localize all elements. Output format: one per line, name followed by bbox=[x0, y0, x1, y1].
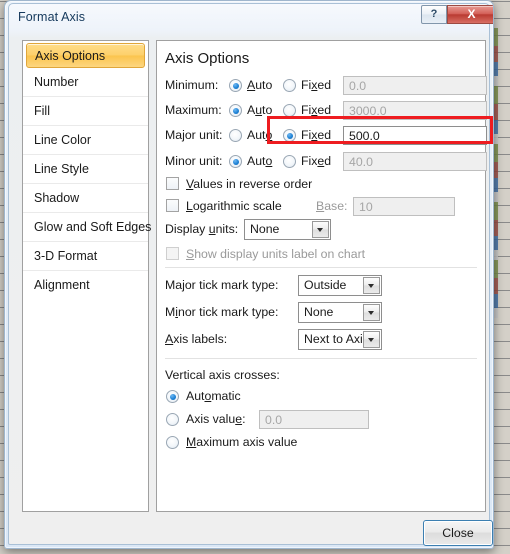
crosses-maximum-label[interactable]: Maximum axis value bbox=[186, 435, 297, 449]
format-axis-dialog: Format Axis ? X Axis Options Number Fill… bbox=[4, 0, 494, 549]
reverse-order-label[interactable]: Values in reverse order bbox=[186, 177, 312, 191]
minor-tick-label: Minor tick mark type: bbox=[165, 305, 279, 319]
axis-labels-dropdown[interactable]: Next to Axis bbox=[298, 329, 382, 350]
help-icon[interactable]: ? bbox=[421, 5, 447, 24]
dialog-body: Format Axis ? X Axis Options Number Fill… bbox=[8, 3, 493, 546]
base-input[interactable]: 10 bbox=[353, 197, 455, 216]
axis-labels-label: Axis labels: bbox=[165, 332, 228, 346]
crosses-axis-value-row: Axis value: 0.0 bbox=[165, 409, 477, 431]
crosses-axis-value-input[interactable]: 0.0 bbox=[259, 410, 369, 429]
minor-unit-auto-radio[interactable] bbox=[229, 155, 242, 168]
pane-heading: Axis Options bbox=[165, 50, 250, 67]
minor-tick-value: None bbox=[304, 305, 334, 319]
minimum-auto-label[interactable]: Auto bbox=[247, 78, 272, 92]
chevron-down-icon[interactable] bbox=[363, 277, 380, 294]
reverse-order-row: Values in reverse order bbox=[165, 174, 477, 196]
major-unit-fixed-radio[interactable] bbox=[283, 129, 296, 142]
major-unit-value-input[interactable]: 500.0 bbox=[343, 126, 487, 145]
show-units-label-text: Show display units label on chart bbox=[186, 247, 366, 261]
crosses-heading: Vertical axis crosses: bbox=[165, 368, 280, 382]
major-unit-auto-label[interactable]: Auto bbox=[247, 128, 272, 142]
maximum-label: Maximum: bbox=[165, 103, 222, 117]
close-button[interactable]: Close bbox=[423, 520, 493, 546]
major-unit-fixed-label[interactable]: Fixed bbox=[301, 128, 331, 142]
major-tick-dropdown[interactable]: Outside bbox=[298, 275, 382, 296]
dialog-title: Format Axis bbox=[18, 10, 86, 24]
maximum-value-input[interactable]: 3000.0 bbox=[343, 101, 487, 120]
minor-unit-label: Minor unit: bbox=[165, 154, 223, 168]
major-unit-row: Major unit: Auto Fixed 500.0 bbox=[165, 125, 487, 147]
base-label: Base: bbox=[316, 199, 348, 213]
minor-unit-auto-label[interactable]: Auto bbox=[247, 154, 272, 168]
minimum-row: Minimum: Auto Fixed 0.0 bbox=[165, 75, 487, 97]
chevron-down-icon[interactable] bbox=[363, 331, 380, 348]
log-scale-label[interactable]: Logarithmic scale bbox=[186, 199, 282, 213]
minor-tick-row: Minor tick mark type: None bbox=[165, 302, 477, 325]
maximum-row: Maximum: Auto Fixed 3000.0 bbox=[165, 100, 487, 122]
major-unit-auto-radio[interactable] bbox=[229, 129, 242, 142]
category-list: Axis Options Number Fill Line Color Line… bbox=[22, 40, 151, 512]
dialog-titlebar: Format Axis ? X bbox=[9, 4, 493, 34]
close-window-icon[interactable]: X bbox=[447, 5, 493, 24]
minor-unit-fixed-label[interactable]: Fixed bbox=[301, 154, 331, 168]
maximum-fixed-radio[interactable] bbox=[283, 104, 296, 117]
major-tick-row: Major tick mark type: Outside bbox=[165, 275, 477, 298]
crosses-axis-value-radio[interactable] bbox=[166, 413, 179, 426]
log-scale-row: Logarithmic scale Base: 10 bbox=[165, 196, 477, 218]
crosses-maximum-row: Maximum axis value bbox=[165, 432, 477, 454]
divider-top bbox=[165, 267, 477, 268]
major-unit-label: Major unit: bbox=[165, 128, 223, 142]
axis-labels-value: Next to Axis bbox=[304, 332, 369, 346]
major-tick-value: Outside bbox=[304, 278, 347, 292]
minimum-auto-radio[interactable] bbox=[229, 79, 242, 92]
maximum-auto-radio[interactable] bbox=[229, 104, 242, 117]
crosses-automatic-row: Automatic bbox=[165, 386, 477, 408]
sidebar-item-3d-format[interactable]: 3-D Format bbox=[23, 242, 148, 271]
minimum-fixed-radio[interactable] bbox=[283, 79, 296, 92]
display-units-row: Display units: None bbox=[165, 219, 477, 242]
maximum-auto-label[interactable]: Auto bbox=[247, 103, 272, 117]
crosses-automatic-label[interactable]: Automatic bbox=[186, 389, 241, 403]
minor-tick-dropdown[interactable]: None bbox=[298, 302, 382, 323]
show-units-label-row: Show display units label on chart bbox=[165, 244, 477, 266]
crosses-axis-value-label[interactable]: Axis value: bbox=[186, 412, 245, 426]
crosses-maximum-radio[interactable] bbox=[166, 436, 179, 449]
divider-bottom bbox=[165, 358, 477, 359]
chevron-down-icon[interactable] bbox=[363, 304, 380, 321]
display-units-dropdown[interactable]: None bbox=[244, 219, 331, 240]
show-units-label-checkbox[interactable] bbox=[166, 247, 179, 260]
sidebar-item-alignment[interactable]: Alignment bbox=[23, 271, 148, 300]
sidebar-item-line-color[interactable]: Line Color bbox=[23, 126, 148, 155]
sidebar-item-glow-and-soft-edges[interactable]: Glow and Soft Edges bbox=[23, 213, 151, 242]
crosses-automatic-radio[interactable] bbox=[166, 390, 179, 403]
log-scale-checkbox[interactable] bbox=[166, 199, 179, 212]
minor-unit-row: Minor unit: Auto Fixed 40.0 bbox=[165, 151, 487, 173]
minor-unit-value-input[interactable]: 40.0 bbox=[343, 152, 487, 171]
reverse-order-checkbox[interactable] bbox=[166, 177, 179, 190]
axis-labels-row: Axis labels: Next to Axis bbox=[165, 329, 477, 352]
sidebar-item-fill[interactable]: Fill bbox=[23, 97, 148, 126]
sidebar-item-line-style[interactable]: Line Style bbox=[23, 155, 148, 184]
sidebar-item-shadow[interactable]: Shadow bbox=[23, 184, 148, 213]
axis-options-pane: Axis Options Minimum: Auto Fixed 0.0 Max… bbox=[156, 40, 493, 512]
maximum-fixed-label[interactable]: Fixed bbox=[301, 103, 331, 117]
display-units-value: None bbox=[250, 222, 280, 236]
minimum-label: Minimum: bbox=[165, 78, 219, 92]
major-tick-label: Major tick mark type: bbox=[165, 278, 279, 292]
minimum-fixed-label[interactable]: Fixed bbox=[301, 78, 331, 92]
crosses-heading-row: Vertical axis crosses: bbox=[165, 365, 477, 387]
minor-unit-fixed-radio[interactable] bbox=[283, 155, 296, 168]
display-units-label: Display units: bbox=[165, 222, 239, 236]
sidebar-item-number[interactable]: Number bbox=[23, 68, 148, 97]
chevron-down-icon[interactable] bbox=[312, 221, 329, 238]
minimum-value-input[interactable]: 0.0 bbox=[343, 76, 487, 95]
sidebar-item-axis-options[interactable]: Axis Options bbox=[26, 43, 145, 68]
